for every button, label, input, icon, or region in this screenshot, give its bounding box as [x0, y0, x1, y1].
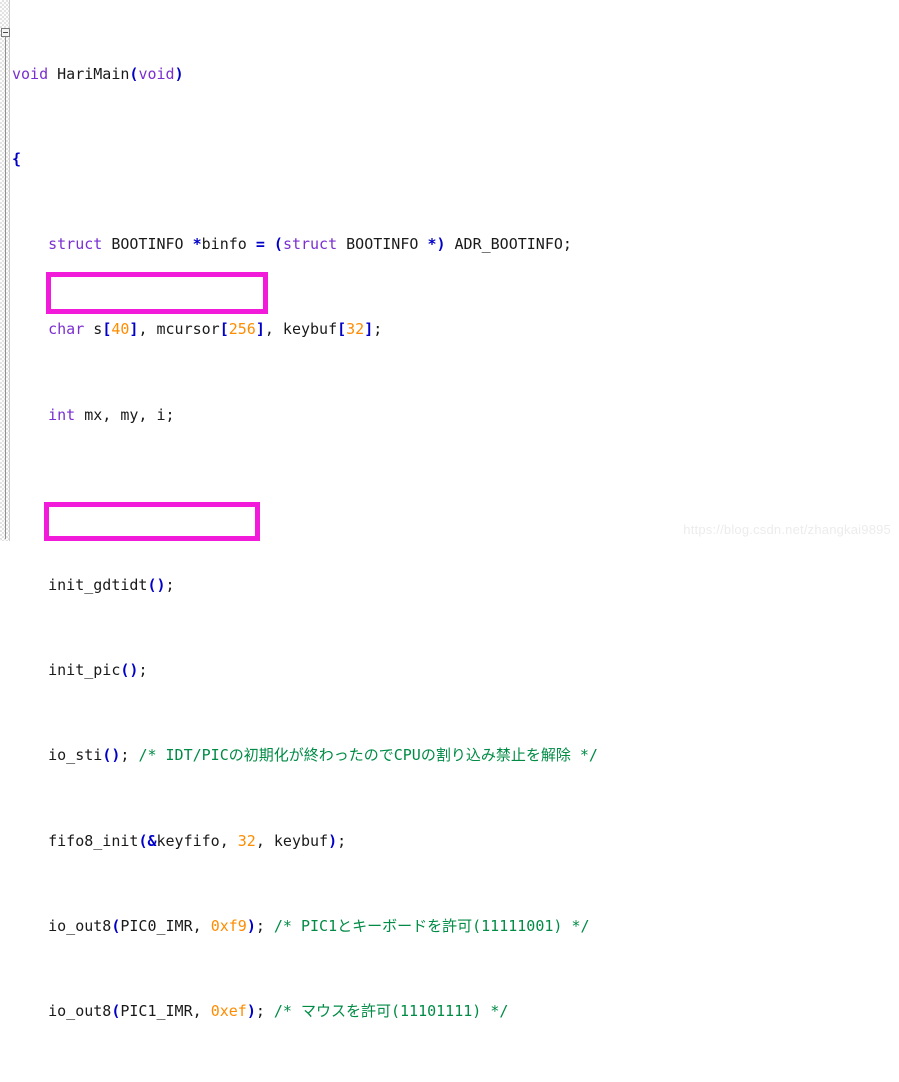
token-operator: ) [246, 1001, 256, 1020]
code-line[interactable]: struct BOOTINFO *binfo = (struct BOOTINF… [12, 234, 899, 255]
watermark-text: https://blog.csdn.net/zhangkai9895 [683, 522, 891, 537]
token-identifier: , mcursor [138, 320, 220, 339]
token-number: 40 [111, 320, 130, 339]
token-identifier: BOOTINFO [337, 235, 428, 254]
code-line[interactable]: void HariMain(void) [12, 64, 899, 85]
token-operator: ) [246, 916, 256, 935]
token-identifier: , keybuf [255, 831, 329, 850]
token-identifier: io_out8 [12, 916, 112, 935]
code-line[interactable]: init_gdtidt(); [12, 575, 899, 596]
token-identifier: PIC0_IMR, [120, 916, 211, 935]
token-operator: () [120, 661, 139, 680]
token-operator: ( [111, 916, 121, 935]
token-identifier: BOOTINFO [102, 235, 193, 254]
token-keyword: char [48, 320, 85, 339]
token-identifier: fifo8_init [12, 831, 139, 850]
token-number: 0xef [210, 1001, 247, 1020]
token-identifier: ; [373, 320, 383, 339]
code-line[interactable]: char s[40], mcursor[256], keybuf[32]; [12, 319, 899, 340]
token-operator: (& [138, 831, 157, 850]
token-identifier: io_sti [12, 746, 103, 765]
code-line[interactable]: io_out8(PIC0_IMR, 0xf9); /* PIC1とキーボードを許… [12, 916, 899, 937]
token-comment: /* マウスを許可(11101111) */ [273, 1001, 509, 1020]
token-operator: ( [111, 1001, 121, 1020]
token-identifier: init_gdtidt [12, 576, 148, 595]
token-operator: = [255, 235, 265, 254]
fold-gutter[interactable] [0, 0, 10, 541]
token-identifier: s [84, 320, 103, 339]
token-operator: ) [328, 831, 338, 850]
token-operator: [ [337, 320, 347, 339]
token-operator: [ [219, 320, 229, 339]
token-number: 0xf9 [210, 916, 247, 935]
code-line[interactable] [12, 490, 899, 511]
token-operator: *) [427, 235, 446, 254]
token-number: 32 [346, 320, 365, 339]
token-operator: () [147, 576, 166, 595]
token-identifier: io_out8 [12, 1001, 112, 1020]
token-identifier: , keybuf [264, 320, 338, 339]
token-operator: [ [102, 320, 112, 339]
code-line[interactable]: io_sti(); /* IDT/PICの初期化が終わったのでCPUの割り込み禁… [12, 745, 899, 766]
token-operator: ) [174, 64, 184, 83]
token-keyword: void [12, 64, 49, 83]
code-line[interactable]: { [12, 149, 899, 170]
token-operator: ] [255, 320, 265, 339]
token-comment: /* IDT/PICの初期化が終わったのでCPUの割り込み禁止を解除 */ [138, 746, 598, 765]
token-operator: ( [273, 235, 283, 254]
code-content[interactable]: void HariMain(void) { struct BOOTINFO *b… [12, 0, 899, 1082]
token-identifier: PIC1_IMR, [120, 1001, 211, 1020]
code-line[interactable]: io_out8(PIC1_IMR, 0xef); /* マウスを許可(11101… [12, 1001, 899, 1022]
token-number: 32 [237, 831, 256, 850]
token-number: 256 [228, 320, 256, 339]
token-identifier: keyfifo, [156, 831, 238, 850]
token-comment: /* PIC1とキーボードを許可(11111001) */ [273, 916, 590, 935]
code-editor[interactable]: void HariMain(void) { struct BOOTINFO *b… [0, 0, 899, 1020]
fold-scope-line [5, 37, 6, 539]
token-identifier: HariMain [48, 64, 130, 83]
collapse-minus-icon[interactable] [1, 28, 10, 37]
code-line[interactable]: fifo8_init(&keyfifo, 32, keybuf); [12, 831, 899, 852]
token-keyword: int [48, 405, 76, 424]
token-operator: ] [364, 320, 374, 339]
code-line[interactable]: init_pic(); [12, 660, 899, 681]
token-identifier: init_pic [12, 661, 121, 680]
token-keyword: struct [282, 235, 338, 254]
token-keyword: void [138, 64, 175, 83]
code-line[interactable]: int mx, my, i; [12, 405, 899, 426]
token-operator: () [102, 746, 121, 765]
token-identifier: ADR_BOOTINFO; [445, 235, 572, 254]
token-identifier: binfo [201, 235, 256, 254]
token-identifier: mx, my, i; [75, 405, 175, 424]
token-operator: { [12, 150, 22, 169]
token-operator: * [192, 235, 202, 254]
token-keyword: struct [48, 235, 103, 254]
